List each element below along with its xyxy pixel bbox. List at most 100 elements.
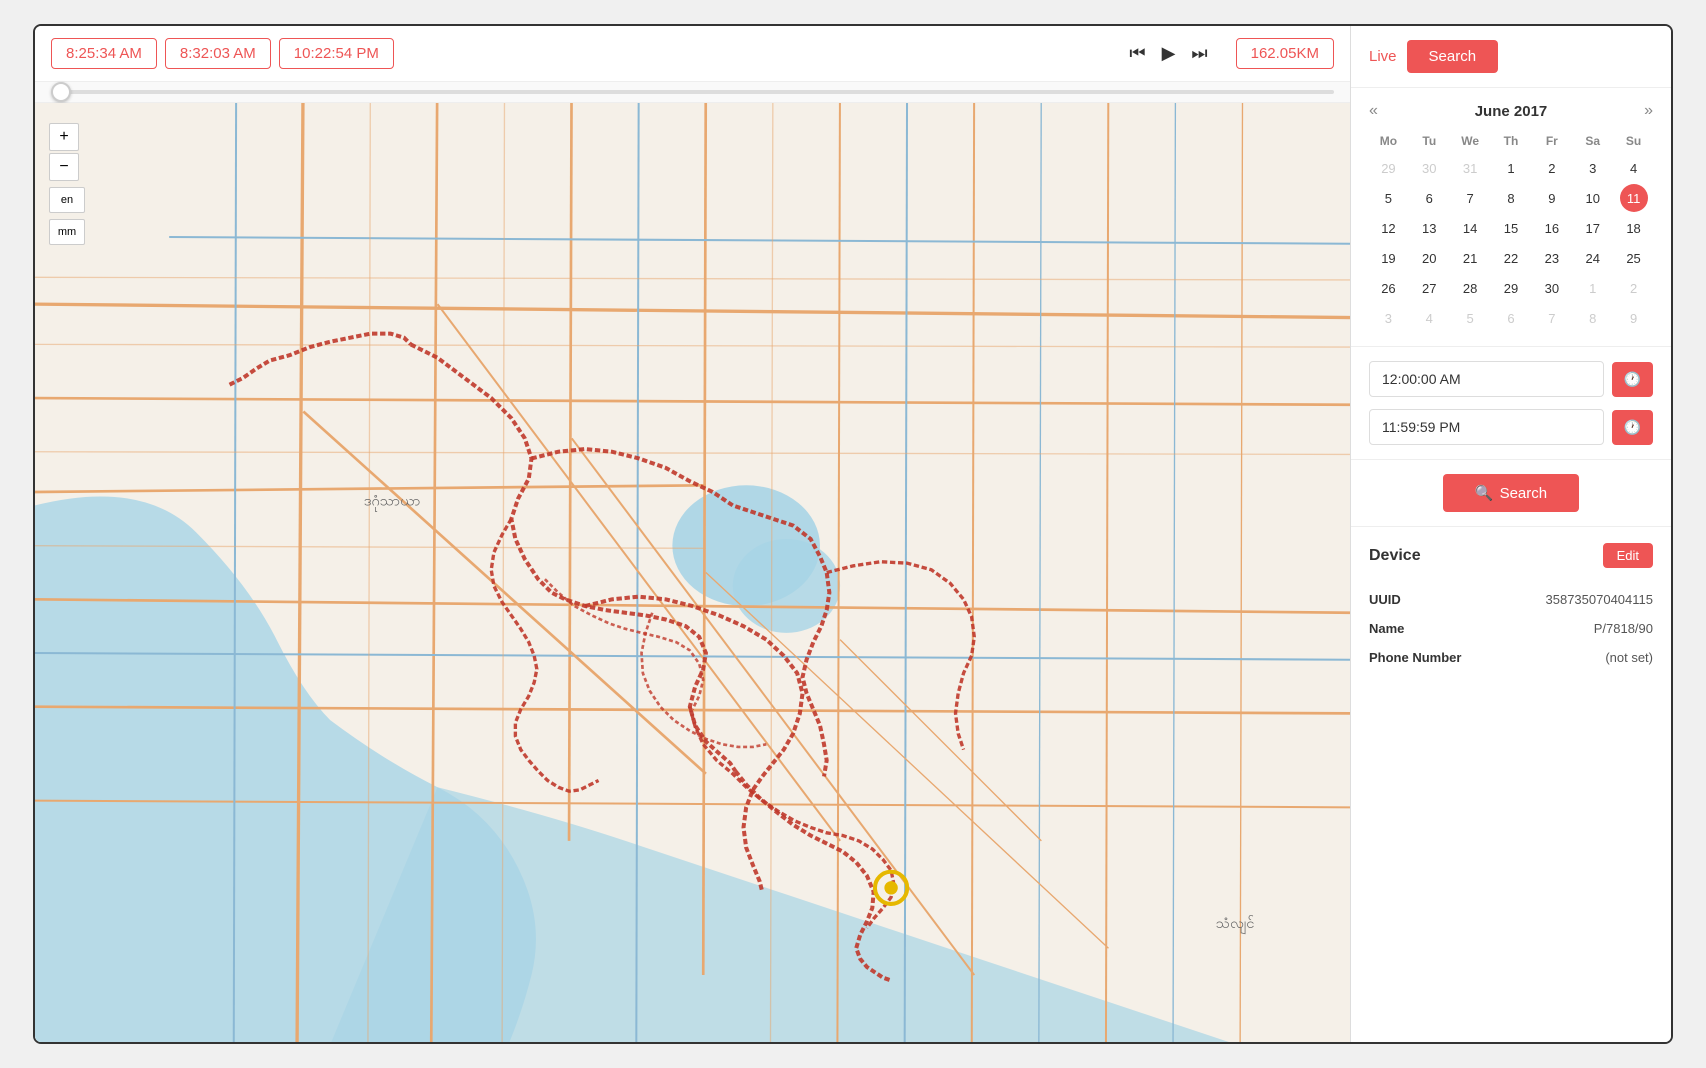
cal-day[interactable]: 2: [1620, 274, 1648, 302]
cal-day[interactable]: 27: [1415, 274, 1443, 302]
mm-lang-button[interactable]: mm: [49, 219, 85, 245]
cal-day[interactable]: 18: [1620, 214, 1648, 242]
cal-day[interactable]: 1: [1579, 274, 1607, 302]
zoom-in-button[interactable]: +: [49, 123, 79, 151]
fast-forward-button[interactable]: ⏭: [1191, 43, 1207, 64]
cal-day[interactable]: 4: [1620, 154, 1648, 182]
cal-day[interactable]: 8: [1497, 184, 1525, 212]
top-bar: 8:25:34 AM 8:32:03 AM 10:22:54 PM ⏮ ▶ ⏭ …: [35, 26, 1350, 82]
cal-day-today[interactable]: 11: [1620, 184, 1648, 212]
time-badge-3[interactable]: 10:22:54 PM: [279, 38, 394, 69]
cal-day[interactable]: 3: [1579, 154, 1607, 182]
cal-header-th: Th: [1492, 130, 1531, 152]
search-tab-button[interactable]: Search: [1407, 40, 1499, 73]
cal-day[interactable]: 30: [1538, 274, 1566, 302]
cal-day[interactable]: 23: [1538, 244, 1566, 272]
time-badge-2[interactable]: 8:32:03 AM: [165, 38, 271, 69]
phone-label: Phone Number: [1369, 650, 1461, 665]
cal-header-sa: Sa: [1573, 130, 1612, 152]
header-tabs: Live Search: [1351, 26, 1671, 88]
play-button[interactable]: ▶: [1162, 43, 1176, 64]
phone-value: (not set): [1605, 650, 1653, 665]
cal-day[interactable]: 9: [1538, 184, 1566, 212]
search-action-button[interactable]: 🔍 Search: [1443, 474, 1579, 512]
search-action-section: 🔍 Search: [1351, 460, 1671, 527]
uuid-row: UUID 358735070404115: [1369, 592, 1653, 607]
cal-day[interactable]: 29: [1374, 154, 1402, 182]
start-time-clock-button[interactable]: 🕐: [1612, 362, 1653, 397]
cal-day[interactable]: 28: [1456, 274, 1484, 302]
cal-day[interactable]: 20: [1415, 244, 1443, 272]
cal-day[interactable]: 1: [1497, 154, 1525, 182]
search-action-label: Search: [1500, 485, 1548, 502]
time-badge-1[interactable]: 8:25:34 AM: [51, 38, 157, 69]
cal-day[interactable]: 16: [1538, 214, 1566, 242]
cal-day[interactable]: 15: [1497, 214, 1525, 242]
slider-thumb[interactable]: [51, 82, 71, 102]
name-value: P/7818/90: [1594, 621, 1653, 636]
slider-track[interactable]: [51, 90, 1334, 94]
cal-day[interactable]: 2: [1538, 154, 1566, 182]
cal-day[interactable]: 14: [1456, 214, 1484, 242]
cal-day[interactable]: 3: [1374, 304, 1402, 332]
cal-day[interactable]: 25: [1620, 244, 1648, 272]
playback-controls: ⏮ ▶ ⏭: [1129, 43, 1207, 64]
cal-day[interactable]: 7: [1538, 304, 1566, 332]
map-area: + − en mm: [35, 103, 1350, 1042]
name-row: Name P/7818/90: [1369, 621, 1653, 636]
calendar-header: « June 2017 »: [1369, 102, 1653, 120]
cal-day[interactable]: 5: [1374, 184, 1402, 212]
cal-day[interactable]: 10: [1579, 184, 1607, 212]
live-tab[interactable]: Live: [1369, 48, 1397, 65]
cal-day[interactable]: 7: [1456, 184, 1484, 212]
left-panel: 8:25:34 AM 8:32:03 AM 10:22:54 PM ⏮ ▶ ⏭ …: [35, 26, 1351, 1042]
cal-header-su: Su: [1614, 130, 1653, 152]
cal-day[interactable]: 21: [1456, 244, 1484, 272]
cal-day[interactable]: 19: [1374, 244, 1402, 272]
calendar-grid: Mo Tu We Th Fr Sa Su 29 30 31 1 2 3 4 5 …: [1369, 130, 1653, 332]
cal-day[interactable]: 22: [1497, 244, 1525, 272]
edit-device-button[interactable]: Edit: [1603, 543, 1653, 568]
right-panel: Live Search « June 2017 » Mo Tu We Th Fr…: [1351, 26, 1671, 1042]
cal-header-mo: Mo: [1369, 130, 1408, 152]
cal-prev-button[interactable]: «: [1369, 102, 1378, 120]
name-label: Name: [1369, 621, 1404, 636]
cal-day[interactable]: 31: [1456, 154, 1484, 182]
cal-day[interactable]: 8: [1579, 304, 1607, 332]
cal-header-tu: Tu: [1410, 130, 1449, 152]
cal-day[interactable]: 30: [1415, 154, 1443, 182]
cal-day[interactable]: 26: [1374, 274, 1402, 302]
uuid-label: UUID: [1369, 592, 1401, 607]
device-title: Device: [1369, 547, 1421, 565]
cal-day[interactable]: 4: [1415, 304, 1443, 332]
distance-badge: 162.05KM: [1236, 38, 1334, 69]
cal-day[interactable]: 9: [1620, 304, 1648, 332]
cal-day[interactable]: 13: [1415, 214, 1443, 242]
en-lang-button[interactable]: en: [49, 187, 85, 213]
search-icon: 🔍: [1475, 484, 1494, 502]
device-info: UUID 358735070404115 Name P/7818/90 Phon…: [1369, 584, 1653, 665]
cal-day[interactable]: 29: [1497, 274, 1525, 302]
cal-next-button[interactable]: »: [1644, 102, 1653, 120]
cal-day[interactable]: 12: [1374, 214, 1402, 242]
end-time-row: 🕐: [1369, 409, 1653, 445]
cal-day[interactable]: 6: [1415, 184, 1443, 212]
phone-row: Phone Number (not set): [1369, 650, 1653, 665]
cal-day[interactable]: 5: [1456, 304, 1484, 332]
zoom-out-button[interactable]: −: [49, 153, 79, 181]
cal-header-fr: Fr: [1532, 130, 1571, 152]
device-section: Device Edit UUID 358735070404115 Name P/…: [1351, 527, 1671, 1042]
app-container: 8:25:34 AM 8:32:03 AM 10:22:54 PM ⏮ ▶ ⏭ …: [33, 24, 1673, 1044]
cal-day[interactable]: 17: [1579, 214, 1607, 242]
cal-day[interactable]: 6: [1497, 304, 1525, 332]
start-time-input[interactable]: [1369, 361, 1604, 397]
cal-day[interactable]: 24: [1579, 244, 1607, 272]
end-time-clock-button[interactable]: 🕐: [1612, 410, 1653, 445]
map-svg: ဒဂုံသာယာ သံလျင်: [35, 103, 1350, 1042]
rewind-button[interactable]: ⏮: [1129, 43, 1145, 64]
svg-text:သံလျင်: သံလျင်: [1216, 914, 1255, 935]
cal-header-we: We: [1451, 130, 1490, 152]
end-time-input[interactable]: [1369, 409, 1604, 445]
start-time-row: 🕐: [1369, 361, 1653, 397]
timeline-slider-bar: [35, 82, 1350, 103]
